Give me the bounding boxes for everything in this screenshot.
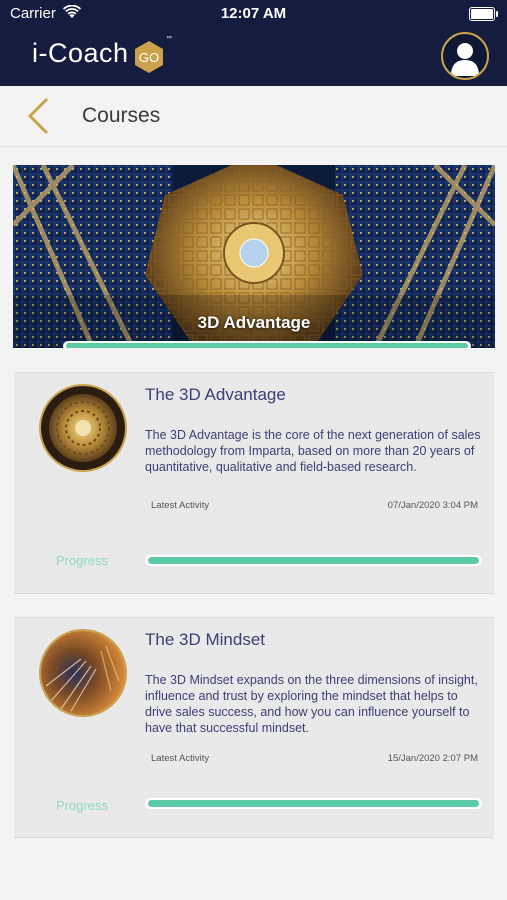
- battery-icon: [469, 7, 498, 21]
- course-description: The 3D Advantage is the core of the next…: [145, 428, 481, 474]
- course-progress-bar: [145, 798, 482, 809]
- latest-activity-date: 07/Jan/2020 3:04 PM: [387, 500, 478, 511]
- course-title: The 3D Advantage: [145, 385, 286, 404]
- progress-label: Progress: [56, 553, 109, 568]
- latest-activity-label: Latest Activity: [151, 753, 210, 764]
- user-avatar-icon: [451, 43, 479, 76]
- banner-title: 3D Advantage: [197, 313, 311, 332]
- banner-progress-fill: [66, 343, 468, 348]
- back-chevron-icon[interactable]: [22, 96, 56, 136]
- nav-bar: Courses: [0, 86, 507, 147]
- app-logo-text: i-Coach: [32, 38, 129, 68]
- clock: 12:07 AM: [220, 5, 287, 22]
- course-title: The 3D Mindset: [145, 630, 265, 649]
- course-progress-fill: [148, 557, 479, 564]
- banner-progress-bar: [63, 341, 471, 348]
- course-card[interactable]: The 3D Mindset The 3D Mindset expands on…: [14, 617, 494, 838]
- svg-text:GO: GO: [139, 50, 159, 65]
- course-description: The 3D Mindset expands on the three dime…: [145, 673, 478, 735]
- page-title: Courses: [82, 104, 161, 127]
- course-banner[interactable]: 3D Advantage: [13, 165, 495, 348]
- app-header: i-Coach GO ™: [0, 28, 507, 86]
- latest-activity-date: 15/Jan/2020 2:07 PM: [387, 753, 478, 764]
- progress-label: Progress: [56, 798, 109, 813]
- course-progress-bar: [145, 555, 482, 566]
- status-bar: Carrier 12:07 AM: [0, 0, 507, 28]
- latest-activity-label: Latest Activity: [151, 500, 210, 511]
- course-thumbnail: [39, 629, 127, 717]
- course-card[interactable]: The 3D Advantage The 3D Advantage is the…: [14, 372, 494, 594]
- user-avatar-button[interactable]: [441, 32, 489, 80]
- course-thumbnail: [39, 384, 127, 472]
- app-logo-badge: GO: [135, 41, 163, 73]
- course-progress-fill: [148, 800, 479, 807]
- app-logo-trademark: ™: [166, 36, 172, 42]
